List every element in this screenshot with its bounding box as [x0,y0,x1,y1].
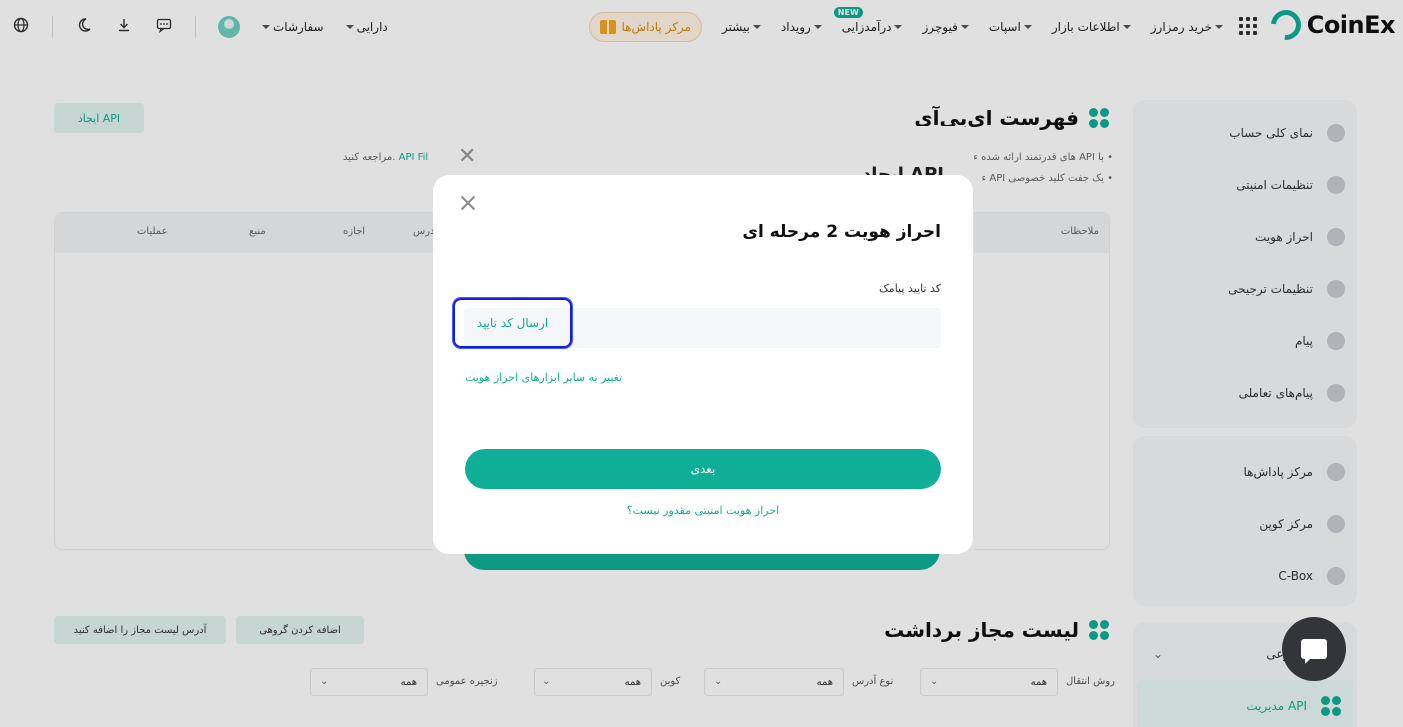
two-factor-modal: احراز هویت 2 مرحله ای کد تایید پیامک ارس… [433,175,973,554]
modal-title: احراز هویت 2 مرحله ای [742,222,941,242]
switch-verification-method-link[interactable]: تغییر به سایر ابزارهای احراز هویت [465,371,622,384]
close-icon[interactable] [458,193,478,213]
next-button[interactable]: بعدی [465,449,941,489]
sms-code-label: کد تایید پیامک [878,282,941,295]
chat-icon [1301,639,1327,664]
support-chat-button[interactable] [1282,617,1346,681]
verification-unavailable-link[interactable]: احراز هویت امنیتی مقدور نیست؟ [433,504,973,517]
send-code-button[interactable]: ارسال کد تایید [453,298,572,348]
